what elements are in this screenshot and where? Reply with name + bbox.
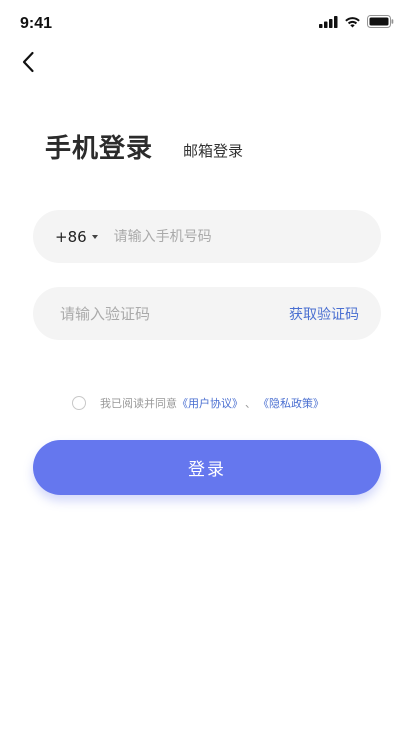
get-code-button[interactable]: 获取验证码 [289, 304, 359, 324]
verification-code-input[interactable] [60, 304, 260, 323]
phone-input[interactable] [113, 228, 354, 245]
agreement-separator: 、 [245, 397, 256, 410]
country-code-select[interactable]: +86 [55, 228, 98, 246]
wifi-icon [344, 16, 361, 28]
country-code-label: +86 [55, 227, 87, 246]
back-button[interactable] [12, 48, 44, 80]
user-agreement-link[interactable]: 《用户协议》 [177, 395, 243, 411]
tab-email-login[interactable]: 邮箱登录 [183, 140, 243, 161]
login-button[interactable]: 登录 [33, 440, 381, 495]
agreement-row: 我已阅读并同意 《用户协议》 、 《隐私政策》 [72, 395, 324, 411]
verification-code-field: 获取验证码 [33, 287, 381, 340]
battery-icon [367, 15, 394, 28]
chevron-left-icon [21, 51, 35, 77]
signal-icon [319, 15, 338, 28]
agreement-checkbox[interactable] [72, 396, 86, 410]
agreement-prefix: 我已阅读并同意 [100, 397, 177, 410]
caret-down-icon [91, 235, 98, 239]
status-bar: 9:41 [0, 0, 414, 46]
privacy-policy-link[interactable]: 《隐私政策》 [258, 395, 324, 411]
status-time: 9:41 [20, 15, 53, 32]
phone-field: +86 [33, 210, 381, 263]
login-tabs: 手机登录 邮箱登录 [45, 128, 243, 165]
tab-phone-login[interactable]: 手机登录 [45, 128, 153, 165]
status-icons [319, 15, 394, 28]
